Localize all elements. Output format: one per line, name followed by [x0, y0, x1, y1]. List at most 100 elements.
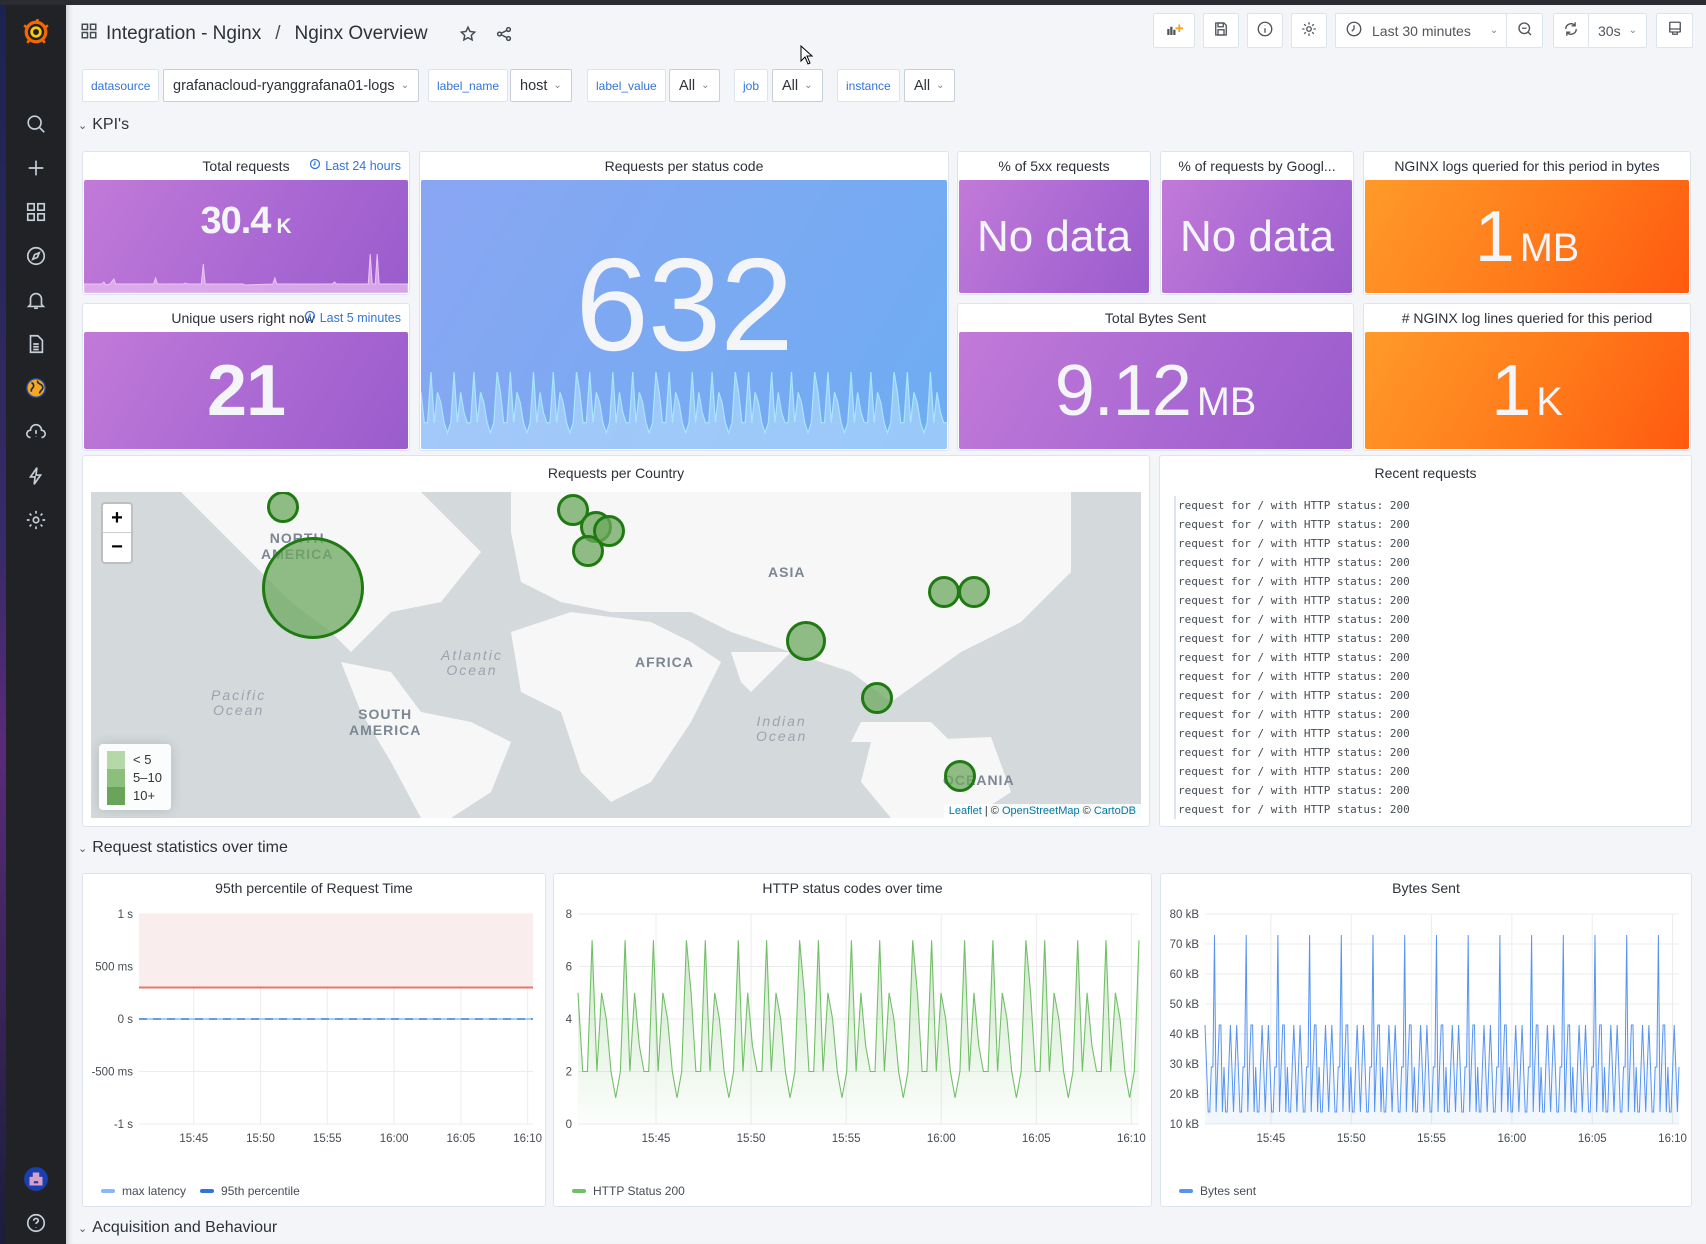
- y-tick-label: 4: [566, 1014, 573, 1026]
- map-bubble-japan[interactable]: [958, 576, 990, 608]
- map-label-africa: AFRICA: [635, 654, 694, 670]
- row-header-acquisition[interactable]: ⌄ Acquisition and Behaviour: [78, 1219, 277, 1237]
- legend-item-http-status-200[interactable]: HTTP Status 200: [572, 1184, 685, 1198]
- log-line[interactable]: request for / with HTTP status: 200: [1174, 591, 1410, 610]
- log-line[interactable]: request for / with HTTP status: 200: [1174, 553, 1410, 572]
- variable-select-label-name[interactable]: host ⌄: [510, 69, 572, 102]
- legend-item-95th-percentile[interactable]: 95th percentile: [200, 1184, 300, 1198]
- log-line[interactable]: request for / with HTTP status: 200: [1174, 743, 1410, 762]
- stat-number: No data: [976, 211, 1132, 261]
- legend-color-swatch: [1179, 1189, 1193, 1193]
- log-line[interactable]: request for / with HTTP status: 200: [1174, 762, 1410, 781]
- variable-select-label-value[interactable]: All ⌄: [669, 69, 720, 102]
- legend-color-swatch: [200, 1189, 215, 1193]
- log-line[interactable]: request for / with HTTP status: 200: [1174, 572, 1410, 591]
- log-line[interactable]: request for / with HTTP status: 200: [1174, 648, 1410, 667]
- legend-item-bytes-sent[interactable]: Bytes sent: [1179, 1184, 1256, 1198]
- configuration-gear-icon[interactable]: [6, 502, 66, 538]
- help-icon[interactable]: [6, 1205, 66, 1241]
- variable-value: All: [914, 77, 931, 94]
- chart-95th-percentile[interactable]: 1 s 500 ms 0 s -500 ms -1 s 15:45 15:50 15:55 16…: [83, 902, 545, 1172]
- log-line[interactable]: request for / with HTTP status: 200: [1174, 686, 1410, 705]
- leaflet-link[interactable]: Leaflet: [949, 805, 982, 817]
- dashboard-settings-button[interactable]: [1291, 13, 1327, 48]
- map-zoom-out-button[interactable]: −: [103, 533, 131, 562]
- log-line[interactable]: request for / with HTTP status: 200: [1174, 781, 1410, 800]
- variable-value: grafanacloud-ryanggrafana01-logs: [173, 77, 395, 94]
- time-range-label: Last 30 minutes: [1372, 22, 1471, 39]
- add-panel-button[interactable]: [1153, 13, 1195, 48]
- variable-select-job[interactable]: All ⌄: [772, 69, 823, 102]
- breadcrumb: Integration - Nginx / Nginx Overview: [80, 19, 518, 49]
- openstreetmap-link[interactable]: OpenStreetMap: [1002, 805, 1080, 817]
- log-list[interactable]: request for / with HTTP status: 200 reque…: [1174, 496, 1410, 819]
- chart-legend: max latency 95th percentile: [101, 1184, 300, 1198]
- integrations-globe-icon[interactable]: [6, 370, 66, 406]
- log-line[interactable]: request for / with HTTP status: 200: [1174, 610, 1410, 629]
- legend-swatch: [107, 769, 125, 787]
- world-map[interactable]: NORTHAMERICA SOUTHAMERICA AFRICA ASIA OC…: [91, 492, 1141, 818]
- map-bubble-canada[interactable]: [267, 492, 299, 523]
- dashboard-info-button[interactable]: [1247, 13, 1283, 48]
- log-line[interactable]: request for / with HTTP status: 200: [1174, 667, 1410, 686]
- zoom-out-time-button[interactable]: [1506, 13, 1543, 48]
- variable-select-datasource[interactable]: grafanacloud-ryanggrafana01-logs ⌄: [163, 69, 420, 102]
- tv-mode-button[interactable]: [1656, 13, 1693, 48]
- log-line[interactable]: request for / with HTTP status: 200: [1174, 534, 1410, 553]
- row-header-kpis[interactable]: ⌄ KPI's: [78, 116, 129, 134]
- log-line[interactable]: request for / with HTTP status: 200: [1174, 724, 1410, 743]
- y-tick-label: 0: [566, 1119, 572, 1131]
- search-icon[interactable]: [6, 106, 66, 142]
- map-bubble-australia[interactable]: [944, 760, 976, 792]
- chart-bytes-sent[interactable]: 80 kB 70 kB 60 kB 50 kB 40 kB 30 kB 20 kB 10 kB…: [1161, 902, 1691, 1172]
- time-override-link[interactable]: Last 5 minutes: [304, 310, 401, 325]
- log-line[interactable]: request for / with HTTP status: 200: [1174, 515, 1410, 534]
- legend-label: < 5: [133, 752, 152, 767]
- variable-label-label-value: label_value: [587, 69, 666, 102]
- user-avatar-icon[interactable]: [6, 1161, 66, 1197]
- y-tick-label: 0 s: [118, 1014, 134, 1026]
- create-plus-icon[interactable]: [6, 150, 66, 186]
- cartodb-link[interactable]: CartoDB: [1094, 805, 1136, 817]
- row-title: Request statistics over time: [92, 839, 288, 856]
- map-bubble-india[interactable]: [786, 621, 826, 661]
- chart-http-status-codes[interactable]: 8 6 4 2 0 15:45 15:50 15:55 16:00 16:05 16:10: [554, 902, 1151, 1172]
- legend-item-max-latency[interactable]: max latency: [101, 1184, 186, 1198]
- refresh-icon: [1562, 20, 1580, 41]
- share-icon[interactable]: [490, 20, 518, 48]
- x-tick-label: 15:50: [737, 1133, 766, 1145]
- dashboard-title[interactable]: Nginx Overview: [295, 23, 428, 45]
- grafana-logo-icon[interactable]: [6, 14, 66, 50]
- variable-select-instance[interactable]: All ⌄: [904, 69, 955, 102]
- alerting-bell-icon[interactable]: [6, 282, 66, 318]
- legend-label: 10+: [133, 788, 156, 803]
- refresh-interval-picker[interactable]: 30s ⌄: [1588, 13, 1647, 48]
- alert-cloud-icon[interactable]: [6, 414, 66, 450]
- chart-legend: HTTP Status 200: [572, 1184, 685, 1198]
- panel-title: 95th percentile of Request Time: [83, 874, 545, 902]
- bolt-icon[interactable]: [6, 458, 66, 494]
- map-zoom-in-button[interactable]: +: [103, 504, 131, 533]
- map-bubble-united-states[interactable]: [262, 537, 364, 639]
- log-line[interactable]: request for / with HTTP status: 200: [1174, 496, 1410, 515]
- variable-label-label-name: label_name: [428, 69, 509, 102]
- star-icon[interactable]: [454, 20, 482, 48]
- row-header-request-statistics[interactable]: ⌄ Request statistics over time: [78, 839, 288, 857]
- map-bubble-france[interactable]: [572, 535, 604, 567]
- save-dashboard-button[interactable]: [1203, 13, 1239, 48]
- log-line[interactable]: request for / with HTTP status: 200: [1174, 705, 1410, 724]
- refresh-button[interactable]: [1553, 13, 1589, 48]
- breadcrumb-folder[interactable]: Integration - Nginx: [106, 23, 261, 45]
- map-bubble-singapore[interactable]: [861, 682, 893, 714]
- map-bubble-south-korea[interactable]: [928, 576, 960, 608]
- time-range-picker[interactable]: Last 30 minutes ⌄: [1335, 13, 1507, 48]
- dashboards-grid-icon[interactable]: [6, 194, 66, 230]
- reports-document-icon[interactable]: [6, 326, 66, 362]
- log-line[interactable]: request for / with HTTP status: 200: [1174, 629, 1410, 648]
- x-tick-label: 16:10: [513, 1133, 542, 1145]
- explore-compass-icon[interactable]: [6, 238, 66, 274]
- log-line[interactable]: request for / with HTTP status: 200: [1174, 800, 1410, 819]
- stat-body: No data: [959, 180, 1149, 293]
- y-tick-label: -1 s: [114, 1119, 133, 1131]
- time-override-link[interactable]: Last 24 hours: [309, 158, 401, 173]
